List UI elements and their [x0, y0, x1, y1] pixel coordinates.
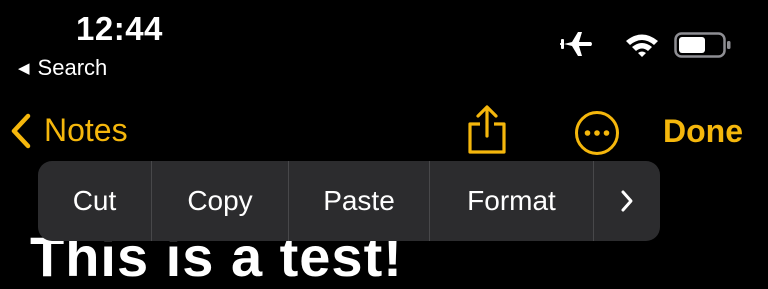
chevron-left-icon: [11, 113, 31, 148]
share-icon[interactable]: [464, 104, 510, 156]
airplane-mode-icon: [560, 32, 592, 56]
back-triangle-icon: ◀: [18, 59, 30, 77]
back-to-app-button[interactable]: ◀ Search: [18, 55, 107, 81]
copy-button[interactable]: Copy: [152, 161, 289, 241]
notes-back-label: Notes: [44, 112, 128, 148]
status-icons: [508, 0, 768, 90]
battery-icon: [674, 32, 731, 58]
status-time: 12:44: [76, 10, 163, 47]
more-options-button[interactable]: [594, 161, 660, 241]
format-button[interactable]: Format: [430, 161, 594, 241]
done-button[interactable]: Done: [663, 113, 743, 150]
wifi-icon: [626, 34, 658, 57]
edit-menu: Cut Copy Paste Format: [38, 161, 660, 241]
back-to-app-label: Search: [37, 55, 108, 80]
navigation-bar: Notes Done: [0, 100, 768, 160]
paste-button[interactable]: Paste: [289, 161, 430, 241]
more-icon[interactable]: [574, 110, 620, 156]
chevron-right-icon: [621, 190, 633, 212]
cut-button[interactable]: Cut: [38, 161, 152, 241]
notes-back-button[interactable]: Notes: [10, 112, 128, 149]
